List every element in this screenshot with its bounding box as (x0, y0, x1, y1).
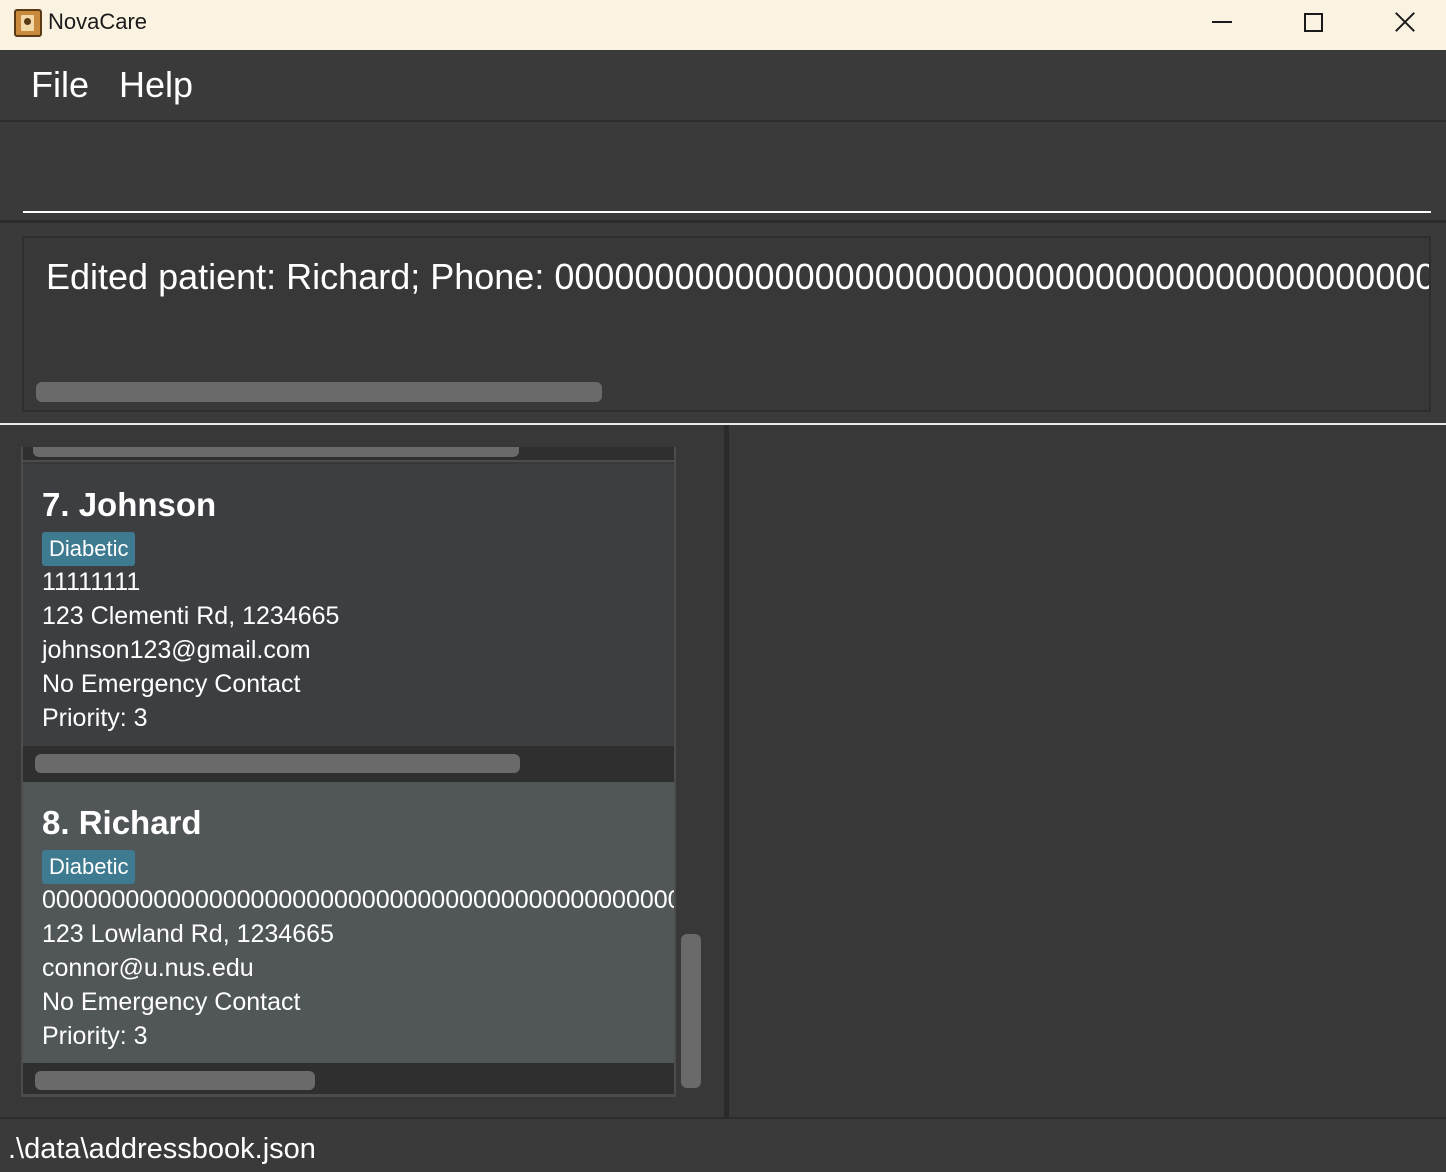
card-horizontal-scrollbar[interactable] (35, 1071, 315, 1090)
close-icon (1394, 11, 1416, 33)
patient-priority: Priority: 3 (42, 704, 148, 732)
patient-card[interactable]: 7. Johnson Diabetic 11111111 123 Clement… (23, 464, 674, 746)
result-message: Edited patient: Richard; Phone: 00000000… (46, 256, 1431, 297)
patient-emergency-contact: No Emergency Contact (42, 988, 301, 1016)
close-button[interactable] (1359, 0, 1446, 44)
patient-email: johnson123@gmail.com (42, 636, 311, 664)
patient-list: 7. Johnson Diabetic 11111111 123 Clement… (21, 447, 676, 1097)
list-top-strip (23, 447, 674, 462)
patient-priority: Priority: 3 (42, 1022, 148, 1050)
menu-bar: File Help (0, 50, 1446, 122)
result-box: Edited patient: Richard; Phone: 00000000… (22, 236, 1431, 412)
patient-address: 123 Clementi Rd, 1234665 (42, 602, 340, 630)
card-scroll-track (23, 746, 674, 782)
patient-name: 7. Johnson (42, 486, 217, 523)
patient-tag: Diabetic (42, 850, 136, 884)
patient-card-selected[interactable]: 8. Richard Diabetic 00000000000000000000… (23, 782, 674, 1063)
minimize-icon (1212, 21, 1232, 23)
menu-help[interactable]: Help (119, 64, 193, 106)
result-display: Edited patient: Richard; Phone: 00000000… (0, 226, 1446, 422)
patient-list-pane: 7. Johnson Diabetic 11111111 123 Clement… (0, 425, 726, 1117)
patient-phone: 0000000000000000000000000000000000000000… (42, 886, 674, 914)
list-vertical-scrollbar[interactable] (681, 934, 701, 1088)
maximize-button[interactable] (1267, 0, 1359, 44)
data-file-path: .\data\addressbook.json (8, 1133, 316, 1165)
patient-address: 123 Lowland Rd, 1234665 (42, 920, 334, 948)
card-scroll-track (23, 1063, 674, 1094)
patient-name: 8. Richard (42, 804, 202, 841)
minimize-button[interactable] (1176, 0, 1268, 44)
patient-email: connor@u.nus.edu (42, 954, 254, 982)
command-box (0, 123, 1446, 223)
patient-tag: Diabetic (42, 532, 136, 566)
menu-file[interactable]: File (31, 64, 89, 106)
previous-card-horizontal-scrollbar[interactable] (33, 447, 519, 457)
command-input[interactable] (23, 133, 1431, 213)
status-bar: .\data\addressbook.json (0, 1117, 1446, 1172)
address-book-icon (14, 9, 42, 37)
card-horizontal-scrollbar[interactable] (35, 754, 520, 773)
detail-pane (729, 425, 1446, 1117)
result-horizontal-scrollbar[interactable] (36, 382, 602, 402)
patient-emergency-contact: No Emergency Contact (42, 670, 301, 698)
title-bar: NovaCare (0, 0, 1446, 50)
window-title: NovaCare (48, 9, 148, 34)
maximize-icon (1303, 12, 1323, 32)
patient-phone: 11111111 (42, 568, 141, 596)
